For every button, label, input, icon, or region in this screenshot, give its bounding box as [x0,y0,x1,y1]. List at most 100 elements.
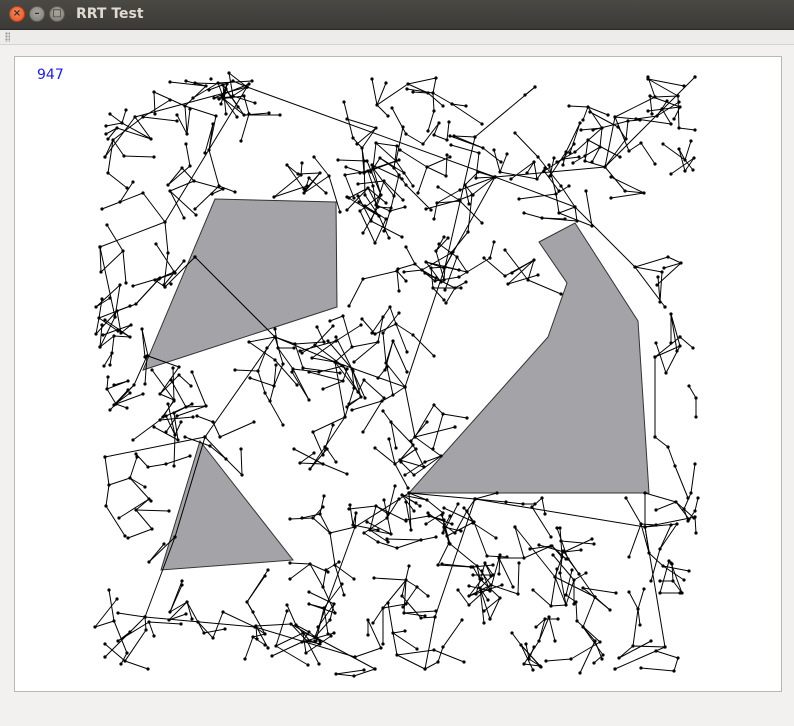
tree-node [466,230,470,234]
tree-node [485,554,489,558]
tree-node [423,460,427,464]
tree-node [627,555,631,559]
tree-node [437,121,441,125]
tree-node [584,571,588,575]
tree-node [560,555,564,559]
tree-node [593,639,597,643]
tree-node [317,370,321,374]
tree-node [117,516,121,520]
tree-node [209,77,213,81]
tree-node [472,520,476,524]
tree-node [356,390,360,394]
tree-node [245,85,249,89]
tree-node [653,435,657,439]
tree-edge [289,563,311,580]
tree-node [564,603,568,607]
tree-node [318,639,322,643]
tree-edge [477,171,496,178]
tree-node [304,651,308,655]
tree-node [549,604,553,608]
tree-node [660,107,664,111]
tree-node [431,447,435,451]
tree-node [126,388,130,392]
tree-edge [322,463,348,475]
tree-node [110,351,114,355]
tree-node [671,579,675,583]
tree-node [693,462,697,466]
tree-node [568,151,572,155]
tree-edge [172,367,175,402]
tree-node [573,205,577,209]
tree-edge [129,456,138,479]
tree-node [328,618,332,622]
tree-edge [628,523,642,558]
tree-edge [382,332,387,364]
tree-node [115,597,119,601]
close-button[interactable]: × [9,6,25,22]
tree-node [624,496,628,500]
tree-node [443,265,447,269]
tree-node [352,360,356,364]
tree-node [143,382,147,386]
tree-edge [153,91,156,115]
tree-node [147,560,151,564]
tree-node [301,366,305,370]
tree-node [441,412,445,416]
tree-node [394,446,398,450]
tree-node [384,217,388,221]
tree-node [577,572,581,576]
tree-node [121,249,125,253]
tree-node [152,425,156,429]
tree-edge [351,341,379,348]
tree-node [563,217,567,221]
tree-node [141,392,145,396]
tree-node [182,216,186,220]
tree-node [558,571,562,575]
tree-node [687,384,691,388]
tree-node [191,415,195,419]
maximize-button[interactable]: □ [49,6,65,22]
tree-node [302,191,306,195]
tree-edge [225,88,245,116]
tree-edge [141,328,146,358]
tree-node [267,111,271,115]
tree-node [694,531,698,535]
tree-node [183,104,187,108]
tree-edge [671,563,674,582]
tree-node [653,95,657,99]
tree-node [432,403,436,407]
tree-node [658,579,662,583]
tree-node [639,666,643,670]
tree-edge [329,315,344,322]
tree-node [369,170,373,174]
tree-node [527,657,531,661]
minimize-button[interactable]: – [29,6,45,22]
tree-node [435,201,439,205]
tree-node [131,438,135,442]
tree-node [357,200,361,204]
tree-node [315,325,319,329]
tree-node [409,439,413,443]
tree-node [592,542,596,546]
tree-edge [104,436,206,458]
tree-node [626,119,630,123]
tree-edge [129,477,152,502]
tree-edge [225,458,243,476]
tree-edge [625,497,642,525]
tree-edge [344,174,355,199]
tree-node [503,274,507,278]
tree-edge [426,499,444,514]
tree-edge [348,278,364,307]
tree-node [379,646,383,650]
grip-icon[interactable] [5,32,10,42]
tree-node [128,630,132,634]
tree-node [426,594,430,598]
tree-node [166,402,170,406]
tree-node [231,94,235,98]
rrt-canvas[interactable]: 947 [14,56,782,692]
tree-edge [148,543,165,563]
tree-node [407,491,411,495]
tree-node [164,414,168,418]
tree-node [683,158,687,162]
tree-node [421,142,425,146]
